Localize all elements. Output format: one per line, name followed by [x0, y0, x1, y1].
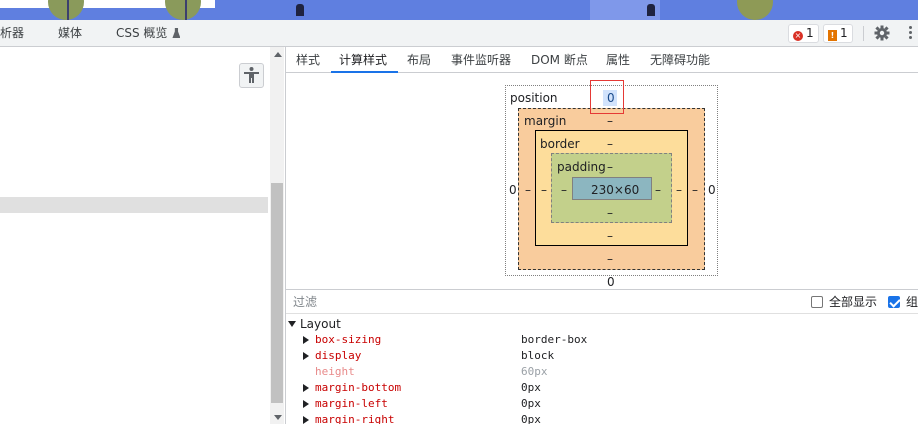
padding-label: padding	[557, 160, 606, 174]
border-label: border	[540, 137, 580, 151]
error-count-badge[interactable]: × 1	[788, 24, 819, 43]
property-value: 0px	[521, 413, 541, 424]
border-left-value[interactable]: –	[541, 183, 547, 197]
accessibility-icon	[244, 67, 259, 83]
property-name: height	[315, 365, 355, 378]
pane-splitter[interactable]	[285, 47, 286, 424]
property-name: margin-right	[315, 413, 395, 424]
show-all-label[interactable]: 全部显示	[829, 290, 877, 314]
preview-post	[185, 0, 187, 20]
position-top-value[interactable]: 0	[607, 91, 615, 105]
devtools-window: 析器 媒体 CSS 概览 × 1 ! 1 样式 计算样式 布局 事件监听器 DO…	[0, 0, 918, 424]
position-bottom-value[interactable]: 0	[607, 275, 615, 289]
elements-tree-pane	[0, 47, 270, 424]
tab-media[interactable]: 媒体	[58, 20, 82, 46]
tab-css-overview[interactable]: CSS 概览	[116, 20, 181, 46]
computed-filter-bar: 过滤 全部显示 组	[286, 289, 918, 314]
margin-top-value[interactable]: –	[607, 114, 613, 128]
sidebar-tabbar: 样式 计算样式 布局 事件监听器 DOM 断点 属性 无障碍功能	[286, 47, 918, 73]
margin-label: margin	[524, 114, 567, 128]
warning-icon: !	[828, 30, 837, 41]
border-top-value[interactable]: –	[607, 137, 613, 151]
preview-lamp	[647, 4, 655, 16]
position-left-value[interactable]: 0	[509, 183, 517, 197]
toolbar-divider	[863, 26, 864, 41]
preview-tree	[48, 0, 84, 20]
property-value: block	[521, 349, 555, 362]
flask-icon	[172, 28, 181, 38]
show-all-checkbox[interactable]	[811, 296, 823, 308]
expand-arrow-icon[interactable]	[303, 400, 309, 408]
padding-bottom-value[interactable]: –	[607, 206, 613, 220]
more-vertical-icon[interactable]	[909, 26, 913, 40]
margin-left-value[interactable]: –	[525, 183, 531, 197]
property-value: border-box	[521, 333, 588, 346]
scroll-up-arrow-icon[interactable]	[274, 52, 282, 57]
property-value: 0px	[521, 397, 541, 410]
expand-arrow-icon[interactable]	[303, 336, 309, 344]
filter-input[interactable]: 过滤	[293, 290, 317, 314]
property-name: box-sizing	[315, 333, 382, 346]
group-checkbox[interactable]	[888, 296, 900, 308]
expand-arrow-icon[interactable]	[303, 352, 309, 360]
margin-right-value[interactable]: –	[692, 183, 698, 197]
tab-accessibility[interactable]: 无障碍功能	[650, 47, 710, 73]
tab-event-listeners[interactable]: 事件监听器	[451, 47, 511, 73]
property-name: margin-left	[315, 397, 388, 410]
content-size[interactable]: 230×60	[591, 183, 639, 197]
elements-scrollbar-thumb[interactable]	[271, 183, 283, 403]
padding-right-value[interactable]: –	[655, 183, 661, 197]
active-tab-indicator	[331, 71, 398, 73]
property-value: 60px	[521, 365, 548, 378]
expand-arrow-icon[interactable]	[303, 416, 309, 424]
warning-count: 1	[840, 26, 848, 40]
page-preview-strip	[0, 0, 918, 20]
property-name: display	[315, 349, 362, 362]
padding-left-value[interactable]: –	[561, 183, 567, 197]
tab-styles[interactable]: 样式	[296, 47, 320, 73]
computed-group-layout[interactable]: Layout	[288, 317, 341, 331]
tab-layout[interactable]: 布局	[407, 47, 431, 73]
warning-count-badge[interactable]: ! 1	[823, 24, 853, 43]
main-panel-tabbar: 析器 媒体 CSS 概览 × 1 ! 1	[0, 20, 918, 47]
preview-post	[67, 0, 69, 20]
position-right-value[interactable]: 0	[708, 183, 716, 197]
property-value: 0px	[521, 381, 541, 394]
expand-triangle-icon	[288, 321, 296, 327]
error-icon: ×	[793, 31, 803, 41]
expand-arrow-icon[interactable]	[303, 384, 309, 392]
tab-performance-insights[interactable]: 析器	[0, 20, 24, 46]
preview-tree	[737, 0, 773, 20]
gear-icon[interactable]	[874, 25, 890, 41]
selected-node-row[interactable]	[0, 197, 268, 213]
accessibility-tree-toggle[interactable]	[239, 63, 264, 88]
border-bottom-value[interactable]: –	[607, 229, 613, 243]
position-label: position	[510, 91, 558, 105]
margin-bottom-value[interactable]: –	[607, 252, 613, 266]
tab-dom-breakpoints[interactable]: DOM 断点	[531, 47, 588, 73]
preview-lamp	[296, 4, 304, 16]
border-right-value[interactable]: –	[676, 183, 682, 197]
property-name: margin-bottom	[315, 381, 402, 394]
tab-computed[interactable]: 计算样式	[339, 47, 387, 73]
preview-tree	[165, 0, 201, 20]
error-count: 1	[806, 26, 814, 40]
tab-properties[interactable]: 属性	[606, 47, 630, 73]
tab-css-overview-label: CSS 概览	[116, 26, 168, 40]
group-title: Layout	[300, 317, 341, 331]
group-label[interactable]: 组	[906, 290, 918, 314]
scroll-down-arrow-icon[interactable]	[274, 415, 282, 420]
padding-top-value[interactable]: –	[607, 160, 613, 174]
